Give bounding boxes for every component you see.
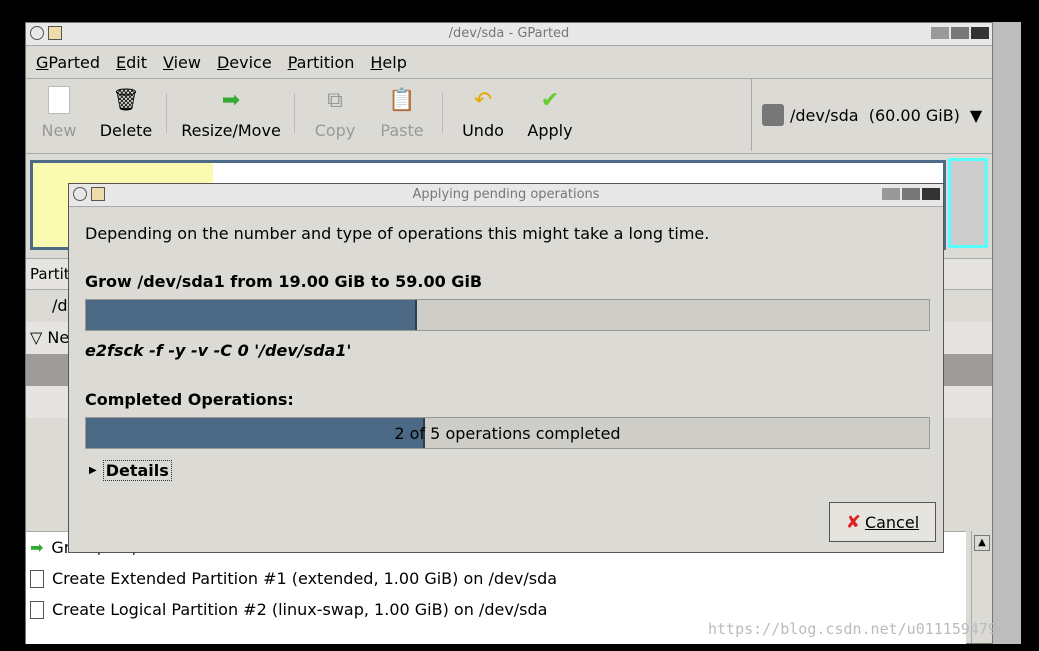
main-titlebar: /dev/sda - GParted xyxy=(26,23,992,46)
menu-gparted[interactable]: GParted xyxy=(36,53,100,72)
expander-icon[interactable]: ▽ xyxy=(30,328,47,347)
toolbar: New 🗑 Delete ➡ Resize/Move ⧉ Copy 📋 Past… xyxy=(26,79,992,154)
disk-icon xyxy=(762,104,784,126)
apply-button[interactable]: ✔ Apply xyxy=(524,85,576,141)
paste-button[interactable]: 📋 Paste xyxy=(376,85,428,141)
dialog-titlebar: Applying pending operations xyxy=(69,184,943,207)
toolbar-separator xyxy=(294,93,295,133)
scroll-up-icon[interactable]: ▲ xyxy=(974,535,990,551)
partition-block-extended[interactable] xyxy=(948,158,988,248)
menu-partition[interactable]: Partition xyxy=(288,53,355,72)
document-icon xyxy=(30,600,44,619)
progress-text: 2 of 5 operations completed xyxy=(394,424,621,443)
undo-icon: ↶ xyxy=(473,87,493,113)
background-strip xyxy=(993,22,1021,644)
delete-button[interactable]: 🗑 Delete xyxy=(96,85,156,141)
device-label: /dev/sda (60.00 GiB) xyxy=(790,105,960,125)
resize-move-icon: ➡ xyxy=(221,87,241,113)
copy-button[interactable]: ⧉ Copy xyxy=(310,85,360,141)
dialog-title: Applying pending operations xyxy=(412,187,600,202)
dropdown-arrow-icon: ▼ xyxy=(969,105,983,125)
resize-move-button[interactable]: ➡ Resize/Move xyxy=(178,85,284,141)
minimize-button[interactable] xyxy=(882,188,900,200)
command-text: e2fsck -f -y -v -C 0 '/dev/sda1' xyxy=(85,341,352,360)
close-button[interactable] xyxy=(922,188,940,200)
watermark: https://blog.csdn.net/u011159479 xyxy=(708,620,997,638)
new-icon xyxy=(48,86,70,114)
current-operation-label: Grow /dev/sda1 from 19.00 GiB to 59.00 G… xyxy=(85,272,483,291)
maximize-button[interactable] xyxy=(902,188,920,200)
copy-icon: ⧉ xyxy=(327,87,343,113)
menu-device[interactable]: Device xyxy=(217,53,272,72)
completed-operations-label: Completed Operations: xyxy=(85,390,294,409)
paste-icon: 📋 xyxy=(388,87,416,113)
toolbar-separator xyxy=(442,93,443,133)
menu-view[interactable]: View xyxy=(163,53,201,72)
menu-help[interactable]: Help xyxy=(370,53,406,72)
maximize-button[interactable] xyxy=(951,27,969,39)
document-icon xyxy=(30,569,44,588)
cancel-icon: ✘ xyxy=(845,511,861,533)
resize-icon: ➡ xyxy=(30,538,44,557)
cancel-button[interactable]: ✘ Cancel xyxy=(829,502,936,542)
progress-fill xyxy=(86,300,417,330)
new-button[interactable]: New xyxy=(38,85,80,140)
device-selector[interactable]: /dev/sda (60.00 GiB) ▼ xyxy=(751,79,992,151)
delete-icon: 🗑 xyxy=(112,87,140,113)
undo-button[interactable]: ↶ Undo xyxy=(458,85,508,141)
close-button[interactable] xyxy=(971,27,989,39)
dialog-description: Depending on the number and type of oper… xyxy=(85,224,710,243)
expander-arrow-icon: ▶ xyxy=(89,465,97,476)
main-title: /dev/sda - GParted xyxy=(448,26,570,41)
list-item[interactable]: Create Extended Partition #1 (extended, … xyxy=(26,563,966,594)
current-operation-progress xyxy=(85,299,930,331)
completed-operations-progress: 2 of 5 operations completed xyxy=(85,417,930,449)
apply-icon: ✔ xyxy=(540,87,560,113)
menu-bar: GParted Edit View Device Partition Help xyxy=(26,46,992,79)
details-expander[interactable]: ▶ Details xyxy=(89,460,172,481)
apply-dialog: Applying pending operations Depending on… xyxy=(68,183,944,553)
details-label: Details xyxy=(102,460,172,481)
menu-edit[interactable]: Edit xyxy=(116,53,147,72)
minimize-button[interactable] xyxy=(931,27,949,39)
toolbar-separator xyxy=(166,93,167,133)
